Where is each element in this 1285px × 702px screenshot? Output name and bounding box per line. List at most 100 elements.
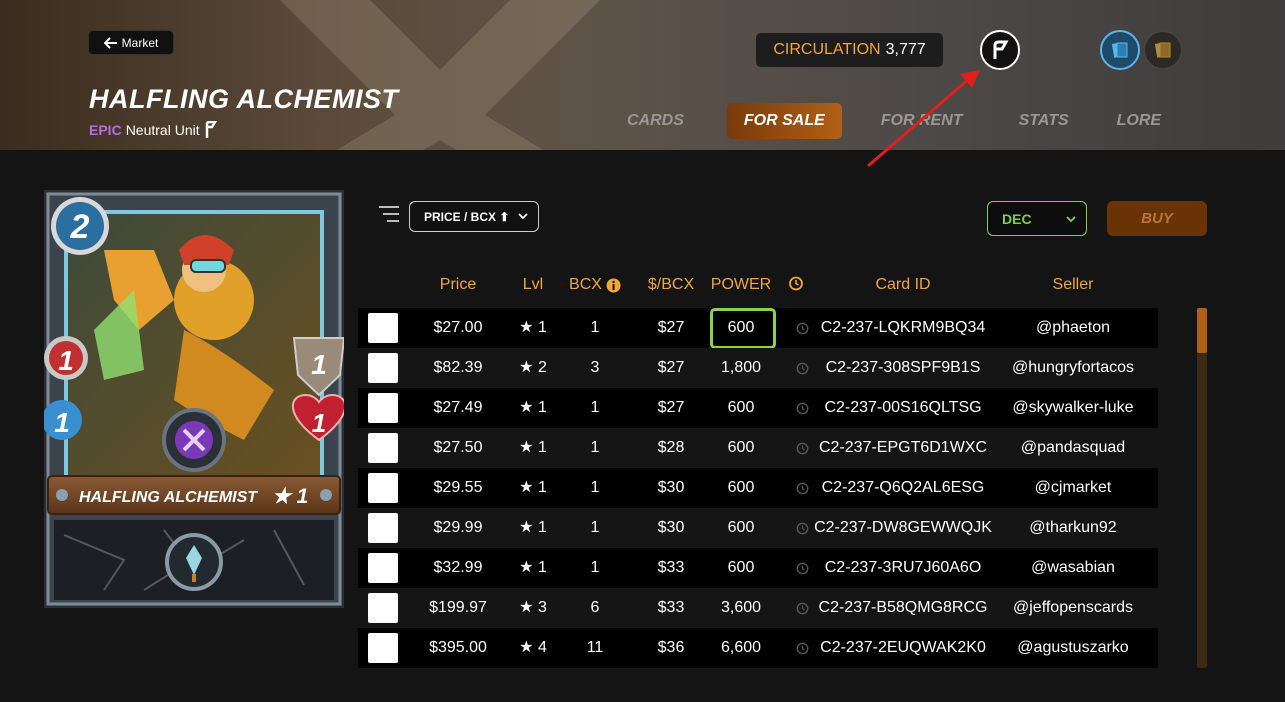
tab-stats[interactable]: STATS xyxy=(1002,103,1086,139)
tab-cards[interactable]: CARDS xyxy=(610,103,701,139)
clock-icon xyxy=(796,322,809,335)
card-subtitle: EPIC Neutral Unit xyxy=(89,121,218,139)
table-row[interactable]: $395.00 ★ 4 11 $36 6,600 C2-237-2EUQWAK2… xyxy=(358,628,1158,668)
per-bcx-cell: $27 xyxy=(657,399,685,416)
health-value: 1 xyxy=(312,408,326,438)
row-checkbox[interactable] xyxy=(368,433,398,463)
background-logo-icon xyxy=(280,0,600,150)
chevron-down-icon xyxy=(518,213,528,220)
card-view-button[interactable] xyxy=(1100,30,1140,70)
clock-icon xyxy=(796,362,809,375)
card-id-cell[interactable]: C2-237-B58QMG8RCG xyxy=(819,588,988,628)
per-bcx-cell: $30 xyxy=(657,479,685,496)
card-id-cell[interactable]: C2-237-EPGT6D1WXC xyxy=(819,428,987,468)
table-row[interactable]: $27.00 ★ 1 1 $27 600 C2-237-LQKRM9BQ34 @… xyxy=(358,308,1158,349)
scrollbar-thumb[interactable] xyxy=(1197,308,1207,353)
power-cell: 600 xyxy=(727,439,755,456)
table-row[interactable]: $32.99 ★ 1 1 $33 600 C2-237-3RU7J60A6O @… xyxy=(358,548,1158,588)
tab-for-sale[interactable]: FOR SALE xyxy=(726,103,842,139)
level-cell: ★ 3 xyxy=(519,599,547,616)
seller-cell[interactable]: @agustuszarko xyxy=(1017,628,1128,668)
power-cell: 600 xyxy=(727,399,755,416)
card-id-cell[interactable]: C2-237-2EUQWAK2K0 xyxy=(820,628,986,668)
card-id-cell[interactable]: C2-237-3RU7J60A6O xyxy=(825,548,982,588)
back-to-market-button[interactable]: Market xyxy=(88,30,174,55)
row-checkbox[interactable] xyxy=(368,513,398,543)
row-checkbox[interactable] xyxy=(368,393,398,423)
row-checkbox[interactable] xyxy=(368,313,398,343)
seller-cell[interactable]: @pandasquad xyxy=(1021,428,1125,468)
seller-cell[interactable]: @skywalker-luke xyxy=(1012,388,1133,428)
clock-icon xyxy=(796,642,809,655)
seller-cell[interactable]: @hungryfortacos xyxy=(1012,348,1134,388)
row-checkbox[interactable] xyxy=(368,633,398,663)
row-checkbox[interactable] xyxy=(368,473,398,503)
bcx-cell: 1 xyxy=(590,439,600,456)
level-cell: ★ 1 xyxy=(519,319,547,336)
currency-select-value: DEC xyxy=(1002,210,1032,227)
page-title: HALFLING ALCHEMIST xyxy=(89,84,399,114)
column-header-seller[interactable]: Seller xyxy=(1053,276,1094,294)
table-row[interactable]: $199.97 ★ 3 6 $33 3,600 C2-237-B58QMG8RC… xyxy=(358,588,1158,628)
table-row[interactable]: $27.49 ★ 1 1 $27 600 C2-237-00S16QLTSG @… xyxy=(358,388,1158,428)
row-checkbox[interactable] xyxy=(368,353,398,383)
sort-select[interactable]: PRICE / BCX ⬆ xyxy=(409,201,539,232)
row-checkbox[interactable] xyxy=(368,553,398,583)
bcx-cell: 11 xyxy=(586,639,604,656)
power-cell: 1,800 xyxy=(720,359,762,376)
table-row[interactable]: $27.50 ★ 1 1 $28 600 C2-237-EPGT6D1WXC @… xyxy=(358,428,1158,468)
table-row[interactable]: $82.39 ★ 2 3 $27 1,800 C2-237-308SPF9B1S… xyxy=(358,348,1158,388)
ability-icon xyxy=(162,408,226,472)
buy-button[interactable]: BUY xyxy=(1107,201,1207,236)
sort-filter-icon[interactable] xyxy=(377,203,401,227)
clock-icon xyxy=(796,562,809,575)
card-view-icon xyxy=(1111,42,1128,58)
column-header-price[interactable]: Price xyxy=(440,276,476,294)
column-header-power[interactable]: POWER xyxy=(711,276,771,294)
power-cell: 3,600 xyxy=(720,599,762,616)
level-cell: ★ 1 xyxy=(519,439,547,456)
seller-cell[interactable]: @wasabian xyxy=(1031,548,1115,588)
card-id-cell[interactable]: C2-237-00S16QLTSG xyxy=(824,388,981,428)
info-icon[interactable] xyxy=(606,278,621,293)
card-id-cell[interactable]: C2-237-308SPF9B1S xyxy=(826,348,981,388)
currency-select[interactable]: DEC xyxy=(987,201,1087,236)
bcx-cell: 1 xyxy=(590,319,600,336)
seller-cell[interactable]: @phaeton xyxy=(1036,308,1110,348)
table-row[interactable]: $29.55 ★ 1 1 $30 600 C2-237-Q6Q2AL6ESG @… xyxy=(358,468,1158,508)
tab-lore[interactable]: LORE xyxy=(1100,103,1178,139)
column-header-card-id[interactable]: Card ID xyxy=(875,276,930,294)
tab-for-rent[interactable]: FOR RENT xyxy=(864,103,980,139)
per-bcx-cell: $27 xyxy=(657,319,685,336)
column-header-bcx[interactable]: BCX xyxy=(569,276,621,294)
speed-value: 1 xyxy=(54,407,70,438)
tabs: CARDS FOR SALE FOR RENT STATS LORE xyxy=(610,103,1178,139)
clock-icon xyxy=(796,602,809,615)
power-cell: 600 xyxy=(727,479,755,496)
seller-cell[interactable]: @jeffopenscards xyxy=(1013,588,1133,628)
per-bcx-cell: $30 xyxy=(657,519,685,536)
per-bcx-cell: $36 xyxy=(657,639,685,656)
seller-cell[interactable]: @tharkun92 xyxy=(1029,508,1116,548)
card-image: 2 1 1 1 1 HALFLING ALCHEMIST ★ 1 xyxy=(44,190,344,608)
column-header-per-bcx[interactable]: $/BCX xyxy=(648,276,694,294)
card-id-cell[interactable]: C2-237-DW8GEWWQJK xyxy=(814,508,992,548)
bcx-cell: 1 xyxy=(590,399,600,416)
table-row[interactable]: $29.99 ★ 1 1 $30 600 C2-237-DW8GEWWQJK @… xyxy=(358,508,1158,548)
listing-table: $27.00 ★ 1 1 $27 600 C2-237-LQKRM9BQ34 @… xyxy=(358,308,1158,668)
power-cell: 6,600 xyxy=(720,639,762,656)
circulation-value: 3,777 xyxy=(885,41,926,58)
seller-cell[interactable]: @cjmarket xyxy=(1035,468,1112,508)
card-id-cell[interactable]: C2-237-LQKRM9BQ34 xyxy=(821,308,986,348)
edition-button[interactable] xyxy=(980,30,1020,70)
column-header-time[interactable] xyxy=(789,276,804,291)
table-scrollbar[interactable] xyxy=(1197,308,1207,668)
row-checkbox[interactable] xyxy=(368,593,398,623)
card-back-view-button[interactable] xyxy=(1143,30,1183,70)
level-cell: ★ 4 xyxy=(519,639,547,656)
column-header-lvl[interactable]: Lvl xyxy=(523,276,543,294)
attack-value: 1 xyxy=(58,345,74,376)
level-cell: ★ 2 xyxy=(519,359,547,376)
mana-badge: 2 xyxy=(51,197,109,255)
card-id-cell[interactable]: C2-237-Q6Q2AL6ESG xyxy=(822,468,985,508)
